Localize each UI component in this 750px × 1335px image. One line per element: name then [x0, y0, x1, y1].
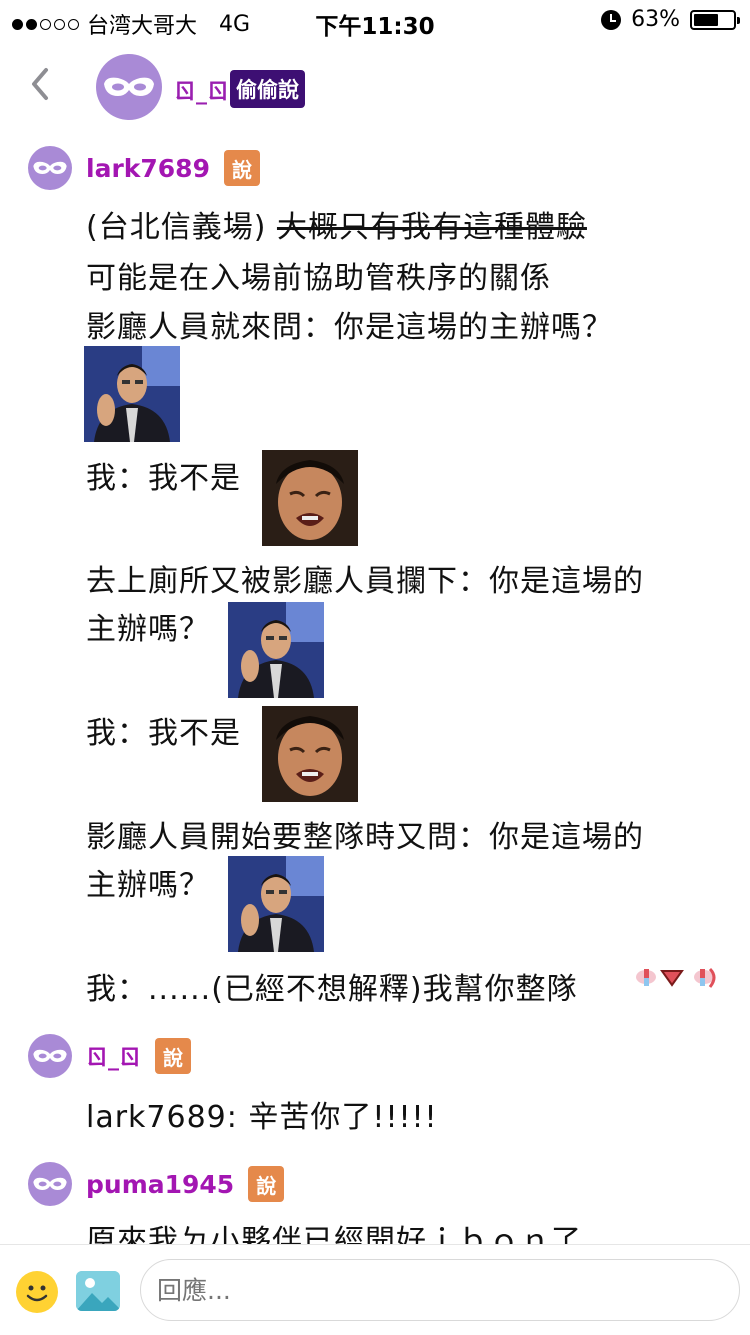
mask-icon: [33, 1049, 67, 1062]
avatar[interactable]: [28, 1034, 72, 1078]
avatar[interactable]: [28, 146, 72, 190]
avatar[interactable]: [28, 1162, 72, 1206]
post-text-segment: (台北信義場): [86, 210, 277, 245]
crying-face-emoji-icon: [634, 961, 718, 997]
back-button[interactable]: [26, 64, 56, 104]
post-text-line: 我：我不是: [86, 716, 241, 751]
post-text-line: 可能是在入場前協助管秩序的關係: [86, 261, 551, 296]
sticker-crying-man: [262, 706, 358, 802]
reply-input[interactable]: [140, 1259, 740, 1321]
status-bar: 台湾大哥大 4G 下午11:30 63%: [0, 0, 750, 42]
header-nickname: ㄖ_ㄖ: [174, 80, 230, 105]
post-text-line: lark7689: 辛苦你了!!!!!: [86, 1100, 438, 1135]
image-icon: [76, 1271, 120, 1311]
sticker-man-gesturing: [84, 346, 180, 442]
post-text-line: 影廳人員就來問：你是這場的主辦嗎？: [86, 310, 613, 345]
say-badge: 說: [248, 1166, 285, 1202]
username[interactable]: puma1945: [86, 1170, 234, 1199]
sticker-man-gesturing: [228, 856, 324, 952]
post-text-line: 我：......(已經不想解釋)我幫你整隊: [86, 972, 578, 1007]
post-text-line: 主辦嗎？: [86, 868, 210, 903]
post-header: ㄖ_ㄖ 說: [28, 1034, 192, 1078]
emoji-icon: [17, 1272, 57, 1312]
username[interactable]: lark7689: [86, 154, 210, 183]
image-button[interactable]: [76, 1271, 120, 1311]
strikethrough-text: 大概只有我有這種體驗: [276, 210, 587, 245]
sticker-crying-man: [262, 450, 358, 546]
post-text-line: 去上廁所又被影廳人員攔下：你是這場的: [86, 564, 644, 599]
say-badge: 說: [223, 150, 260, 186]
post-text-line: 我：我不是: [86, 461, 241, 496]
composer-bar: [0, 1244, 750, 1335]
say-badge: 說: [155, 1038, 192, 1074]
emoji-button[interactable]: [16, 1271, 58, 1313]
header-badge: 偷偷說: [230, 70, 305, 108]
post-text-line: 主辦嗎？: [86, 612, 210, 647]
post-text-line: (台北信義場) 大概只有我有這種體驗: [86, 202, 587, 246]
sticker-man-gesturing: [228, 602, 324, 698]
mask-icon: [104, 77, 154, 96]
username[interactable]: ㄖ_ㄖ: [86, 1040, 141, 1072]
battery-icon: [690, 9, 740, 30]
back-chevron-icon: [32, 68, 48, 100]
alarm-icon: [601, 9, 622, 30]
post-header: lark7689 說: [28, 146, 260, 190]
post-header: puma1945 說: [28, 1162, 285, 1206]
post-text-line: 影廳人員開始要整隊時又問：你是這場的: [86, 820, 644, 855]
mask-icon: [33, 1177, 67, 1190]
battery-percent: 63%: [631, 7, 680, 32]
mask-icon: [33, 161, 67, 174]
header-avatar[interactable]: [96, 54, 162, 120]
